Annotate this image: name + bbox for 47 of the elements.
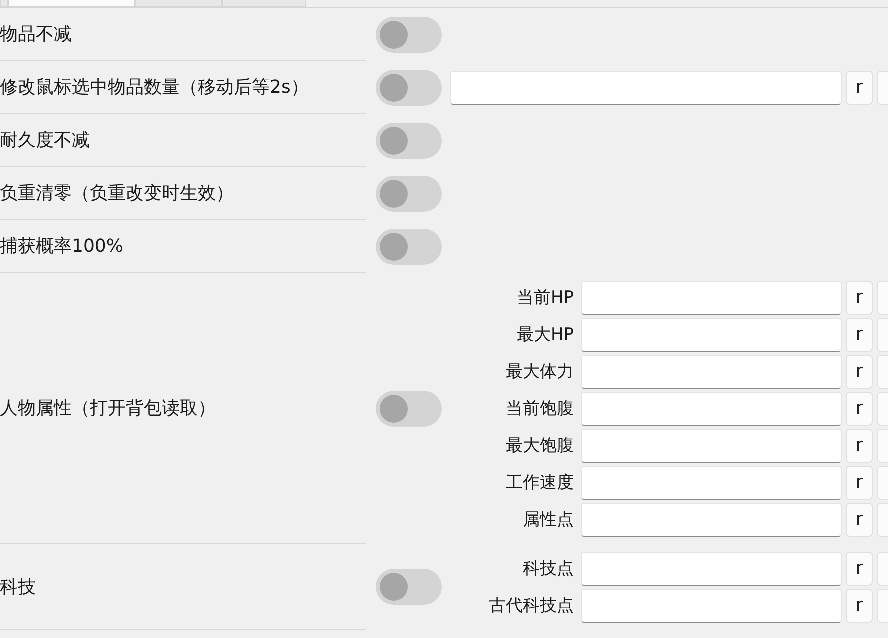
toggle-switch[interactable] xyxy=(376,122,442,158)
input-field[interactable] xyxy=(581,552,842,586)
field-label: 最大体力 xyxy=(505,361,574,383)
field-label: 当前饱腹 xyxy=(505,398,574,420)
input-field[interactable] xyxy=(581,354,842,388)
option-label: 修改鼠标选中物品数量（移动后等2s） xyxy=(0,76,309,99)
tab[interactable] xyxy=(222,0,306,7)
field-label: 最大HP xyxy=(516,324,574,346)
option-label: 物品不减 xyxy=(0,23,72,46)
read-button[interactable]: r xyxy=(846,392,873,426)
toggle-switch[interactable] xyxy=(376,70,442,106)
input-field[interactable] xyxy=(581,466,842,500)
read-button[interactable]: r xyxy=(846,588,873,622)
read-button[interactable]: r xyxy=(846,70,873,104)
field-label: 古代科技点 xyxy=(488,595,574,617)
toggle-switch[interactable] xyxy=(376,569,442,605)
input-field[interactable] xyxy=(581,428,842,462)
input-field[interactable] xyxy=(450,70,842,104)
read-button[interactable]: r xyxy=(846,466,873,500)
option-label: 捕获概率100% xyxy=(0,235,124,258)
field-label: 属性点 xyxy=(522,509,574,531)
tab[interactable] xyxy=(8,0,135,7)
tab[interactable] xyxy=(135,0,222,7)
field-label: 当前HP xyxy=(516,287,574,309)
toggle-switch[interactable] xyxy=(376,16,442,52)
read-button[interactable]: r xyxy=(846,318,873,352)
toggle-switch[interactable] xyxy=(376,390,442,426)
option-label: 人物属性（打开背包读取） xyxy=(0,397,216,420)
option-label: 科技 xyxy=(0,576,36,598)
option-label: 负重清零（负重改变时生效） xyxy=(0,182,234,205)
input-field[interactable] xyxy=(581,588,842,622)
field-label: 最大饱腹 xyxy=(505,435,574,457)
read-button[interactable]: r xyxy=(846,280,873,314)
input-field[interactable] xyxy=(581,392,842,426)
input-field[interactable] xyxy=(581,502,842,536)
toggle-switch[interactable] xyxy=(376,176,442,212)
tab[interactable] xyxy=(0,0,8,7)
field-label: 科技点 xyxy=(522,558,574,580)
toggle-switch[interactable] xyxy=(376,228,442,264)
read-button[interactable]: r xyxy=(846,552,873,586)
field-label: 工作速度 xyxy=(505,472,574,494)
read-button[interactable]: r xyxy=(846,502,873,536)
read-button[interactable]: r xyxy=(846,354,873,388)
option-label: 耐久度不减 xyxy=(0,129,90,152)
input-field[interactable] xyxy=(581,318,842,352)
read-button[interactable]: r xyxy=(846,428,873,462)
input-field[interactable] xyxy=(581,280,842,314)
